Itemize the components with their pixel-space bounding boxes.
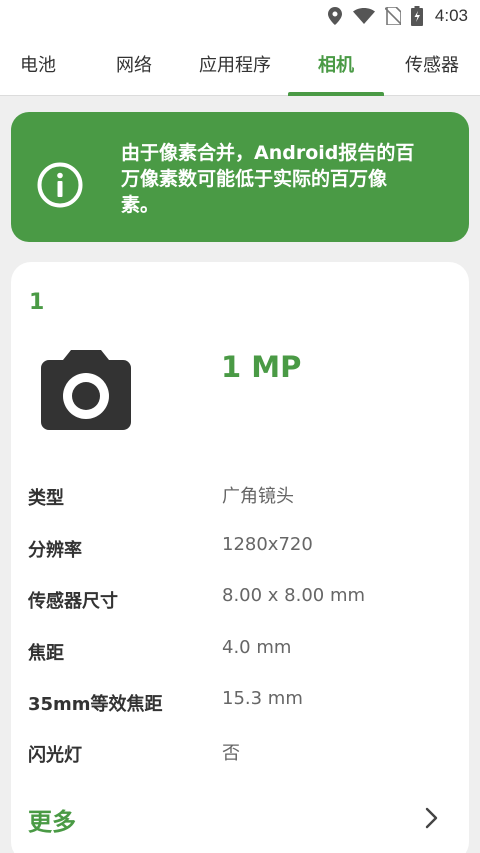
spec-value: 广角镜头 [222,486,294,507]
no-sim-icon [384,7,401,25]
spec-row-sensor-size: 传感器尺寸 8.00 x 8.00 mm [28,585,448,617]
spec-label: 分辨率 [28,540,82,561]
spec-label: 焦距 [28,643,64,664]
tab-camera[interactable]: 相机 [288,32,384,96]
location-icon [327,7,343,25]
camera-icon [41,350,131,430]
spec-value: 4.0 mm [222,637,292,658]
megapixel-value: 1 MP [221,350,302,384]
banner-message: 由于像素合并，Android报告的百万像素数可能低于实际的百万像素。 [121,142,415,216]
spec-label: 35mm等效焦距 [28,694,163,715]
spec-row-flash: 闪光灯 否 [28,741,448,771]
spec-value: 1280x720 [222,534,313,555]
camera-index: 1 [29,290,45,315]
tab-sensors[interactable]: 传感器 [390,32,474,96]
spec-value: 15.3 mm [222,688,303,709]
spec-row-resolution: 分辨率 1280x720 [28,534,448,566]
wifi-icon [352,7,375,25]
spec-label: 类型 [28,488,64,509]
spec-label: 闪光灯 [28,745,82,766]
battery-charging-icon [410,6,423,26]
status-bar: 4:03 [0,0,480,32]
tab-network[interactable]: 网络 [84,32,184,96]
spec-value: 8.00 x 8.00 mm [222,585,366,606]
more-button[interactable]: 更多 [28,800,448,840]
status-time: 4:03 [434,6,468,25]
spec-value: 否 [222,743,240,764]
spec-label: 传感器尺寸 [28,591,118,612]
more-label: 更多 [28,808,76,836]
spec-row-focal-length: 焦距 4.0 mm [28,637,448,669]
active-tab-indicator [288,92,384,96]
info-icon [37,162,83,208]
camera-card: 1 1 MP 类型 广角镜头 分辨率 1280x720 传感器尺寸 8.00 x… [11,262,469,853]
spec-row-35mm-equivalent: 35mm等效焦距 15.3 mm [28,688,448,720]
spec-row-type: 类型 广角镜头 [28,484,448,514]
tab-apps[interactable]: 应用程序 [186,32,284,96]
megapixel-info-banner: 由于像素合并，Android报告的百万像素数可能低于实际的百万像素。 [11,112,469,242]
chevron-right-icon [424,806,440,830]
tab-battery[interactable]: 电池 [0,32,76,96]
tab-bar: 电池 网络 应用程序 相机 传感器 [0,32,480,96]
